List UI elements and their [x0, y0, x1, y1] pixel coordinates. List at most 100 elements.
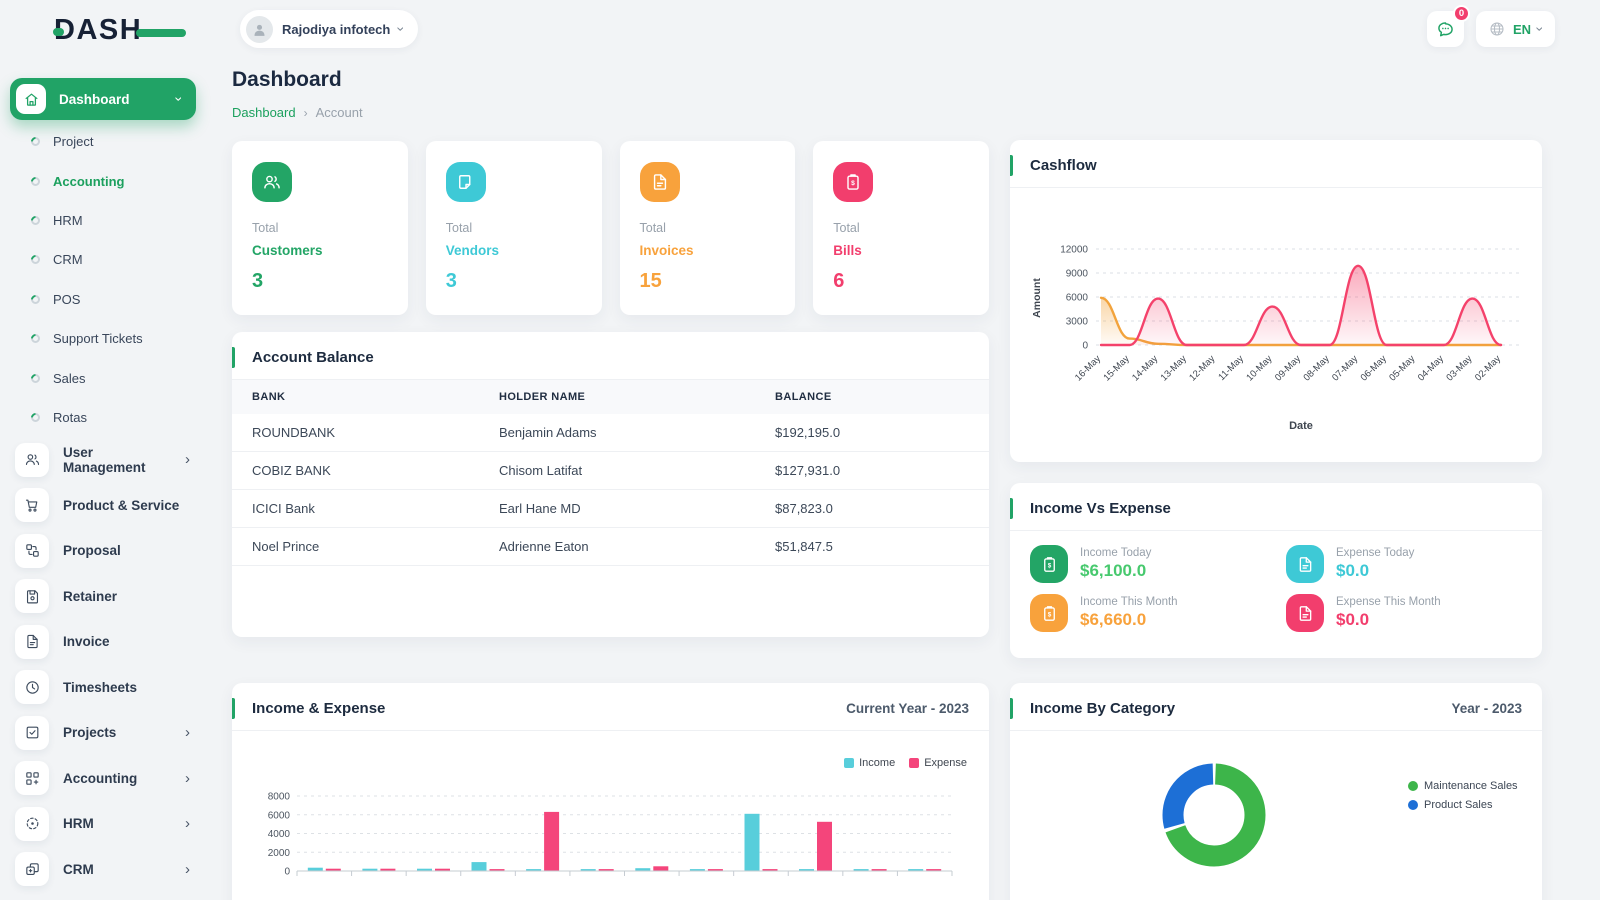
- users-icon: [15, 443, 49, 477]
- sidebar-item-hrm-module[interactable]: HRM›: [0, 801, 220, 847]
- account-balance-table: BANK HOLDER NAME BALANCE ROUNDBANK Benja…: [232, 380, 989, 566]
- metric-label: Income This Month: [1080, 596, 1178, 608]
- dot-circle-icon: [29, 411, 42, 424]
- legend-swatch: [844, 758, 854, 768]
- sidebar-item-proposal[interactable]: Proposal: [0, 528, 220, 574]
- card-title: Income Vs Expense: [1030, 500, 1171, 517]
- stat-label: Invoices: [640, 243, 776, 258]
- crm-icon: [15, 852, 49, 886]
- check-square-icon: [15, 716, 49, 750]
- stat-caption: Total: [640, 221, 776, 235]
- sidebar-item-label: Rotas: [53, 410, 87, 425]
- page-title: Dashboard: [232, 68, 342, 92]
- x-axis-label: Date: [1289, 420, 1313, 432]
- sidebar-item-product-service[interactable]: Product & Service: [0, 483, 220, 529]
- card-period: Year - 2023: [1451, 701, 1522, 716]
- table-row: ICICI Bank Earl Hane MD $87,823.0: [232, 490, 989, 528]
- svg-text:09-May: 09-May: [1273, 353, 1303, 383]
- balance-cell: $127,931.0: [755, 452, 989, 490]
- sidebar-item-hrm[interactable]: HRM: [0, 201, 220, 240]
- stat-card-bills: $ Total Bills 6: [813, 141, 989, 315]
- svg-text:6000: 6000: [268, 810, 291, 821]
- sidebar-menu: User Management › Product & Service Propo…: [0, 437, 220, 892]
- dashboard-app: DASH Rajodiya infotech › 0 EN › Dashboar…: [0, 0, 1600, 900]
- invoice-icon: [15, 625, 49, 659]
- stat-caption: Total: [833, 221, 969, 235]
- expense-file-icon: [1286, 545, 1324, 583]
- expense-today-item: Expense Today$0.0: [1286, 545, 1522, 583]
- sidebar-item-label: Proposal: [63, 543, 190, 558]
- svg-text:15-May: 15-May: [1102, 353, 1132, 383]
- sidebar-item-label: POS: [53, 292, 80, 307]
- sidebar-item-label: Projects: [63, 725, 171, 740]
- metric-value: $6,660.0: [1080, 610, 1178, 630]
- stat-label: Bills: [833, 243, 969, 258]
- income-vs-expense-grid: $ Income Today$6,100.0 Expense Today$0.0…: [1010, 531, 1542, 632]
- vendors-icon: [446, 162, 486, 202]
- sidebar-item-dashboard[interactable]: Dashboard ›: [10, 78, 196, 120]
- svg-text:12000: 12000: [1060, 245, 1088, 256]
- company-avatar: [246, 16, 273, 43]
- income-by-category-donut-chart: [1162, 763, 1266, 867]
- sidebar-item-projects[interactable]: Projects›: [0, 710, 220, 756]
- legend-label: Income: [859, 757, 895, 769]
- sidebar-item-invoice[interactable]: Invoice: [0, 619, 220, 665]
- sidebar-item-project[interactable]: Project: [0, 122, 220, 161]
- sidebar-item-rotas[interactable]: Rotas: [0, 398, 220, 437]
- company-switcher[interactable]: Rajodiya infotech ›: [240, 10, 418, 48]
- breadcrumb-current: Account: [316, 105, 363, 120]
- sidebar-item-user-management[interactable]: User Management ›: [0, 437, 220, 483]
- income-clipboard-icon: $: [1030, 545, 1068, 583]
- legend-swatch: [1408, 800, 1418, 810]
- legend-label: Expense: [924, 757, 967, 769]
- brand-logo-text: DASH: [54, 14, 142, 46]
- svg-text:14-May: 14-May: [1130, 353, 1160, 383]
- legend-swatch: [909, 758, 919, 768]
- table-header-row: BANK HOLDER NAME BALANCE: [232, 380, 989, 414]
- language-selector[interactable]: EN ›: [1476, 11, 1555, 47]
- messages-button[interactable]: 0: [1427, 11, 1464, 47]
- svg-text:$: $: [1047, 562, 1051, 569]
- metric-label: Expense This Month: [1336, 596, 1441, 608]
- svg-text:6000: 6000: [1066, 293, 1089, 304]
- svg-text:06-May: 06-May: [1359, 353, 1389, 383]
- sidebar-item-label: HRM: [63, 816, 171, 831]
- svg-text:9000: 9000: [1066, 269, 1089, 280]
- sidebar-item-accounting-module[interactable]: Accounting›: [0, 756, 220, 802]
- stat-card-customers: Total Customers 3: [232, 141, 408, 315]
- sidebar-item-label: Accounting: [53, 174, 125, 189]
- holder-cell: Chisom Latifat: [479, 452, 755, 490]
- stat-cards-row: Total Customers 3 Total Vendors 3 Total …: [232, 141, 989, 315]
- bank-cell: ICICI Bank: [232, 490, 479, 528]
- sidebar-item-timesheets[interactable]: Timesheets: [0, 665, 220, 711]
- sidebar-item-accounting[interactable]: Accounting: [0, 161, 220, 200]
- accent-bar: [232, 347, 235, 368]
- sidebar-item-retainer[interactable]: Retainer: [0, 574, 220, 620]
- stat-label: Vendors: [446, 243, 582, 258]
- sidebar-item-crm[interactable]: CRM: [0, 240, 220, 279]
- card-title: Income & Expense: [252, 700, 385, 717]
- stat-caption: Total: [446, 221, 582, 235]
- dashboard-submenu: Project Accounting HRM CRM POS Support T…: [0, 122, 220, 437]
- expense-this-month-item: Expense This Month$0.0: [1286, 594, 1522, 632]
- column-header: BANK: [232, 380, 479, 414]
- stat-value: 3: [446, 270, 582, 293]
- breadcrumb-dashboard-link[interactable]: Dashboard: [232, 105, 296, 120]
- sidebar-item-sales[interactable]: Sales: [0, 358, 220, 397]
- stat-value: 15: [640, 270, 776, 293]
- retainer-icon: [15, 579, 49, 613]
- holder-cell: Benjamin Adams: [479, 414, 755, 452]
- income-today-item: $ Income Today$6,100.0: [1030, 545, 1266, 583]
- sidebar-item-support-tickets[interactable]: Support Tickets: [0, 319, 220, 358]
- dot-circle-icon: [29, 253, 42, 266]
- card-header: Cashflow: [1010, 140, 1542, 188]
- chevron-right-icon: ›: [185, 452, 190, 467]
- sidebar-item-crm-module[interactable]: CRM›: [0, 847, 220, 893]
- dot-circle-icon: [29, 293, 42, 306]
- sidebar-item-label: User Management: [63, 445, 171, 475]
- sidebar-item-pos[interactable]: POS: [0, 280, 220, 319]
- company-name: Rajodiya infotech: [282, 22, 390, 37]
- income-clipboard-icon: $: [1030, 594, 1068, 632]
- chat-badge: 0: [1453, 5, 1470, 22]
- svg-text:02-May: 02-May: [1473, 353, 1503, 383]
